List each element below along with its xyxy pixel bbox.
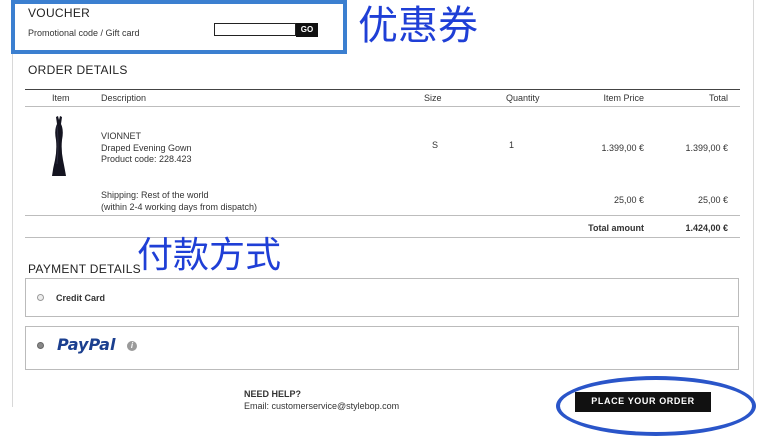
evening-gown-image [52,116,66,176]
credit-card-label: Credit Card [56,293,106,303]
product-size: S [432,140,439,150]
credit-card-radio[interactable] [37,294,44,301]
product-name: Draped Evening Gown [101,143,192,153]
voucher-label: Promotional code / Gift card [28,28,140,38]
header-description: Description [101,93,147,103]
header-total: Total [708,93,728,103]
voucher-annotation: 优惠券 [358,3,478,49]
header-item-price: Item Price [603,93,644,103]
shipping-timeframe: (within 2-4 working days from dispatch) [101,202,258,212]
shipping-item-price: 25,00 € [613,195,644,205]
total-amount-value: 1.424,00 € [685,223,728,233]
paypal-option[interactable]: PayPal i [25,326,739,370]
payment-annotation: 付款方式 [137,235,282,276]
header-quantity: Quantity [506,93,540,103]
voucher-code-input[interactable] [214,23,296,36]
product-thumbnail[interactable] [45,114,73,178]
info-icon[interactable]: i [127,341,137,351]
shipping-method: Shipping: Rest of the world [101,190,209,200]
order-table-bottom-rule [25,215,740,216]
voucher-title: VOUCHER [28,6,91,20]
order-details-title: ORDER DETAILS [28,63,128,77]
paypal-logo: PayPal [57,335,116,354]
header-size: Size [424,93,442,103]
total-amount-label: Total amount [588,223,644,233]
product-code: Product code: 228.423 [101,154,192,164]
credit-card-option[interactable]: Credit Card [25,278,739,317]
product-brand: VIONNET [101,131,142,141]
total-rule [25,237,740,238]
product-quantity: 1 [509,140,515,150]
need-help-title: NEED HELP? [244,389,302,399]
product-item-price: 1.399,00 € [601,143,644,153]
header-item: Item [52,93,70,103]
voucher-go-button[interactable]: GO [296,23,318,37]
paypal-radio[interactable] [37,342,44,349]
order-table-top-rule [25,89,740,90]
payment-details-title: PAYMENT DETAILS [28,262,141,276]
product-total: 1.399,00 € [685,143,728,153]
place-order-highlight-oval [556,376,756,436]
shipping-total: 25,00 € [697,195,728,205]
order-table-header-rule [25,106,740,107]
